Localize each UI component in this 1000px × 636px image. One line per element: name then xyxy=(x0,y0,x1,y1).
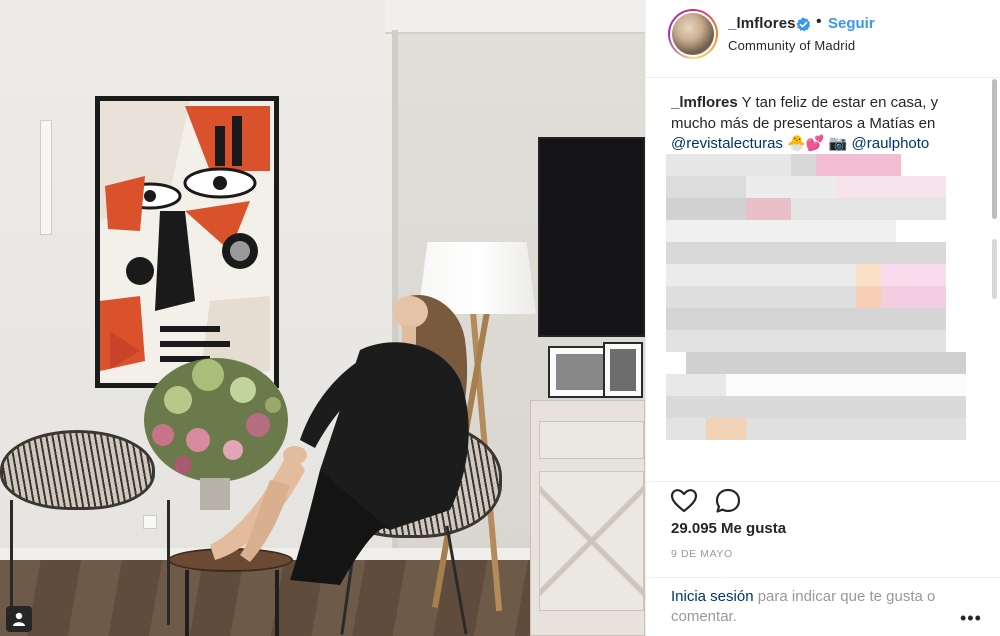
door-frame xyxy=(40,120,52,235)
television xyxy=(538,137,645,337)
post-sidebar: _lmflores • Seguir Community of Madrid _… xyxy=(645,0,1000,636)
login-prompt: Inicia sesión para indicar que te gusta … xyxy=(646,577,1000,636)
mention-raulphoto[interactable]: @raulphoto xyxy=(852,135,930,152)
crown-molding xyxy=(385,0,645,34)
login-text: Inicia sesión para indicar que te gusta … xyxy=(671,587,961,627)
scrollbar-thumb[interactable] xyxy=(992,79,997,219)
user-profile-icon[interactable] xyxy=(6,606,32,632)
separator-dot: • xyxy=(816,13,822,30)
post-header: _lmflores • Seguir Community of Madrid xyxy=(646,0,1000,78)
caption-username[interactable]: _lmflores xyxy=(671,94,738,111)
comment-bubble-icon[interactable] xyxy=(713,486,743,516)
sideboard xyxy=(530,400,645,636)
more-options-button[interactable]: ••• xyxy=(960,608,982,629)
location-link[interactable]: Community of Madrid xyxy=(728,38,855,53)
comments-area[interactable]: _lmflores Y tan feliz de estar en casa, … xyxy=(646,79,1000,481)
sideboard-drawer xyxy=(539,421,644,459)
post-date: 9 DE MAYO xyxy=(671,548,733,560)
photo-frame xyxy=(603,342,643,398)
avatar[interactable] xyxy=(668,9,718,59)
post-actions xyxy=(646,481,1000,521)
camera-emoji: 📷 xyxy=(828,135,848,152)
scrollbar-track-segment xyxy=(992,239,997,299)
avatar-image xyxy=(670,11,716,57)
username-link[interactable]: _lmflores xyxy=(728,15,796,32)
chair-legs xyxy=(10,500,170,625)
login-link[interactable]: Inicia sesión xyxy=(671,588,754,605)
woman-sitting xyxy=(210,294,469,585)
like-count[interactable]: 29.095 Me gusta xyxy=(671,520,786,537)
pixelated-comments xyxy=(666,154,976,481)
wicker-chair-left xyxy=(0,430,155,510)
sideboard-door xyxy=(539,471,644,611)
post-caption: _lmflores Y tan feliz de estar en casa, … xyxy=(671,93,971,155)
mention-revistalecturas[interactable]: @revistalecturas xyxy=(671,135,783,152)
caption-emojis: 🐣💕 xyxy=(787,135,825,152)
stool-leg xyxy=(185,570,189,636)
heart-outline-icon[interactable] xyxy=(669,486,699,516)
post-photo[interactable] xyxy=(0,0,645,636)
verified-badge-icon xyxy=(796,17,811,32)
follow-button[interactable]: Seguir xyxy=(828,15,875,32)
